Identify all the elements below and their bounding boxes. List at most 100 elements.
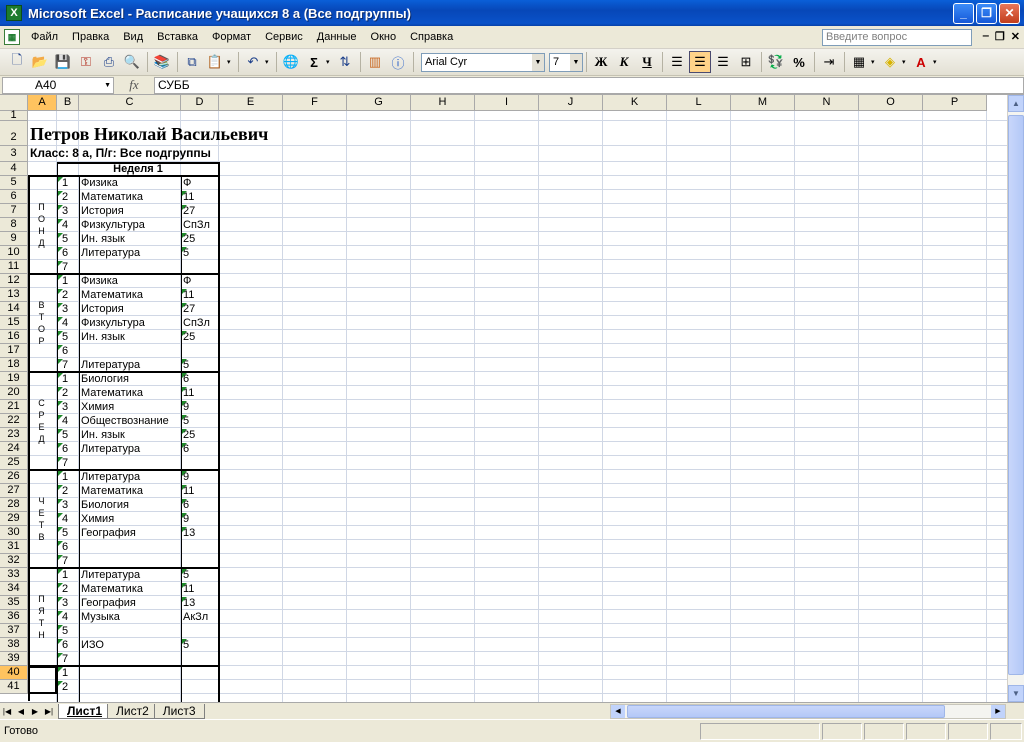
prev-sheet-icon[interactable]: ◀ — [14, 707, 28, 716]
row-header-5[interactable]: 5 — [0, 176, 28, 190]
insert-function-icon[interactable]: fx — [114, 77, 154, 93]
row-header-17[interactable]: 17 — [0, 344, 28, 358]
row-header-16[interactable]: 16 — [0, 330, 28, 344]
workbook-icon[interactable]: ▦ — [4, 29, 20, 45]
row-header-34[interactable]: 34 — [0, 582, 28, 596]
row-header-11[interactable]: 11 — [0, 260, 28, 274]
close-button[interactable]: ✕ — [999, 3, 1020, 24]
size-dropdown-icon[interactable]: ▼ — [570, 53, 582, 71]
align-center-icon[interactable]: ☰ — [689, 51, 711, 73]
undo-dropdown-icon[interactable]: ▾ — [265, 58, 273, 66]
increase-indent-icon[interactable]: ⇥ — [818, 51, 840, 73]
underline-button[interactable]: Ч — [636, 51, 658, 73]
row-header-24[interactable]: 24 — [0, 442, 28, 456]
subject-cell[interactable]: Ин. язык — [81, 428, 125, 442]
subject-cell[interactable]: Музыка — [81, 610, 120, 624]
subject-cell[interactable]: История — [81, 204, 124, 218]
row-header-14[interactable]: 14 — [0, 302, 28, 316]
mdi-restore-button[interactable]: ❐ — [995, 30, 1005, 43]
menu-data[interactable]: Данные — [310, 31, 364, 43]
row-header-23[interactable]: 23 — [0, 428, 28, 442]
row-header-30[interactable]: 30 — [0, 526, 28, 540]
bold-button[interactable]: Ж — [590, 51, 612, 73]
subject-cell[interactable]: Математика — [81, 386, 143, 400]
autosum-icon[interactable]: Σ — [303, 51, 325, 73]
row-header-4[interactable]: 4 — [0, 162, 28, 176]
subject-cell[interactable]: Математика — [81, 582, 143, 596]
column-header-m[interactable]: M — [731, 95, 795, 111]
row-header-20[interactable]: 20 — [0, 386, 28, 400]
scroll-left-icon[interactable]: ◀ — [611, 705, 625, 718]
row-header-39[interactable]: 39 — [0, 652, 28, 666]
row-header-15[interactable]: 15 — [0, 316, 28, 330]
room-cell[interactable]: АкЗл — [183, 610, 208, 624]
research-icon[interactable]: 📚 — [151, 51, 173, 73]
currency-icon[interactable]: 💱 — [765, 51, 787, 73]
font-name-select[interactable]: Arial Cyr ▼ — [421, 52, 545, 72]
vertical-scrollbar[interactable]: ▲ ▼ — [1007, 95, 1024, 702]
new-document-icon[interactable]: 🗋 — [6, 51, 28, 73]
row-header-27[interactable]: 27 — [0, 484, 28, 498]
undo-icon[interactable]: ↶ — [242, 51, 264, 73]
print-icon[interactable]: ⎙ — [98, 51, 120, 73]
selected-cell-a40[interactable] — [28, 666, 57, 694]
horizontal-scroll-thumb[interactable] — [627, 705, 945, 718]
sheet-tab-3[interactable]: Лист3 — [153, 703, 205, 719]
scroll-up-icon[interactable]: ▲ — [1008, 95, 1024, 112]
paste-icon[interactable]: 📋 — [204, 51, 226, 73]
help-question-input[interactable]: Введите вопрос — [822, 29, 972, 46]
room-cell[interactable]: Ф — [183, 274, 191, 288]
worksheet-grid[interactable]: A B C D E F G H I J K L M N O P 1 2 3 4 5 6 7 8 9 10 11 12 13 14 15 16 1… — [0, 95, 1024, 702]
borders-icon[interactable]: ▦ — [848, 51, 870, 73]
column-header-b[interactable]: B — [57, 95, 79, 111]
subject-cell[interactable]: Литература — [81, 246, 140, 260]
subject-cell[interactable]: Физкультура — [81, 316, 145, 330]
row-header-21[interactable]: 21 — [0, 400, 28, 414]
column-header-g[interactable]: G — [347, 95, 411, 111]
row-header-9[interactable]: 9 — [0, 232, 28, 246]
minimize-button[interactable]: _ — [953, 3, 974, 24]
open-folder-icon[interactable]: 📂 — [29, 51, 51, 73]
subject-cell[interactable]: Физкультура — [81, 218, 145, 232]
subject-cell[interactable]: Химия — [81, 400, 114, 414]
font-dropdown-icon[interactable]: ▼ — [532, 53, 544, 71]
save-icon[interactable]: 💾 — [52, 51, 74, 73]
row-header-10[interactable]: 10 — [0, 246, 28, 260]
subject-cell[interactable]: Химия — [81, 512, 114, 526]
font-size-select[interactable]: 7 ▼ — [549, 52, 583, 72]
row-header-7[interactable]: 7 — [0, 204, 28, 218]
permission-icon[interactable]: ⚿ — [75, 51, 97, 73]
subject-cell[interactable]: Математика — [81, 190, 143, 204]
row-header-29[interactable]: 29 — [0, 512, 28, 526]
column-header-d[interactable]: D — [181, 95, 219, 111]
sheet-tab-1[interactable]: Лист1 — [58, 703, 112, 719]
subject-cell[interactable]: Математика — [81, 288, 143, 302]
room-cell[interactable]: СпЗл — [183, 316, 210, 330]
column-header-a[interactable]: A — [28, 95, 57, 111]
row-header-6[interactable]: 6 — [0, 190, 28, 204]
column-header-c[interactable]: C — [79, 95, 181, 111]
column-header-i[interactable]: I — [475, 95, 539, 111]
subject-cell[interactable]: Ин. язык — [81, 232, 125, 246]
row-header-40[interactable]: 40 — [0, 666, 28, 680]
column-header-o[interactable]: O — [859, 95, 923, 111]
row-header-38[interactable]: 38 — [0, 638, 28, 652]
horizontal-scrollbar[interactable]: ◀ ▶ — [610, 704, 1006, 719]
excel-app-icon[interactable]: X — [6, 5, 22, 21]
help-icon[interactable]: ⓘ — [387, 51, 409, 73]
sort-ascending-icon[interactable]: ⇅ — [334, 51, 356, 73]
merge-center-icon[interactable]: ⊞ — [735, 51, 757, 73]
row-header-18[interactable]: 18 — [0, 358, 28, 372]
last-sheet-icon[interactable]: ▶| — [42, 707, 56, 716]
row-header-1[interactable]: 1 — [0, 110, 28, 121]
fill-color-icon[interactable]: ◈ — [879, 51, 901, 73]
row-header-22[interactable]: 22 — [0, 414, 28, 428]
copy-icon[interactable]: ⧉ — [181, 51, 203, 73]
autosum-dropdown-icon[interactable]: ▾ — [326, 58, 334, 66]
subject-cell[interactable]: Физика — [81, 274, 118, 288]
font-color-dropdown-icon[interactable]: ▾ — [933, 58, 941, 66]
week-header-cell[interactable]: Неделя 1 — [57, 162, 219, 176]
subject-cell[interactable]: География — [81, 526, 136, 540]
menu-file[interactable]: Файл — [24, 31, 65, 43]
row-header-3[interactable]: 3 — [0, 146, 28, 162]
